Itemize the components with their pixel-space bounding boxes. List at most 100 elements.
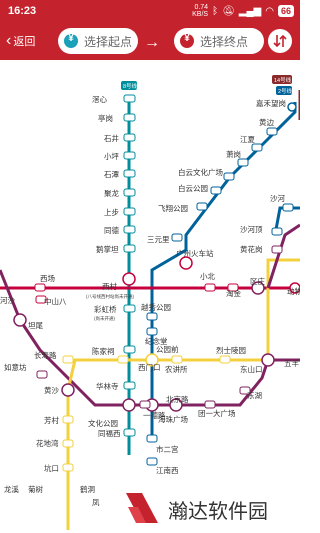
line14-badge-label: 14号线 <box>274 76 292 84</box>
metro-map[interactable]: 8号线 14号线 2号线 滘心 亭岗 石井 小坪 石潭 聚龙 上步 同德 鹅掌坦… <box>0 60 300 533</box>
station-黄花岗[interactable]: 黄花岗 <box>240 244 283 254</box>
svg-text:亭岗: 亭岗 <box>98 113 113 123</box>
back-button[interactable]: ‹ 返回 <box>6 33 35 49</box>
station-五羊: 五羊 <box>284 358 299 368</box>
svg-text:花地湾: 花地湾 <box>36 438 59 448</box>
station-长寿路[interactable]: 长寿路 <box>34 350 74 364</box>
destination-pin-icon <box>180 33 194 48</box>
svg-text:如意坊: 如意坊 <box>4 362 27 372</box>
wifi-icon: ◠ <box>265 5 274 17</box>
station-北京路[interactable]: 北京路 <box>166 394 189 412</box>
origin-placeholder: 选择起点 <box>84 34 133 49</box>
svg-text:白云公园: 白云公园 <box>178 183 208 193</box>
station-凤: 凤 <box>92 498 100 507</box>
station-石井[interactable]: 石井 <box>104 133 136 143</box>
line2-badge-label: 2号线 <box>278 87 293 95</box>
station-花地湾[interactable]: 花地湾 <box>36 438 74 448</box>
svg-text:同福西: 同福西 <box>98 429 121 438</box>
station-三元里[interactable]: 三元里 <box>147 233 183 244</box>
svg-text:淘金: 淘金 <box>226 288 241 298</box>
svg-text:小北: 小北 <box>200 272 215 281</box>
watermark: 瀚达软件园 <box>116 483 300 533</box>
svg-text:东山口: 东山口 <box>240 364 263 374</box>
network-speed: 0.74 KB/S <box>192 4 209 18</box>
origin-pin-icon <box>64 33 78 48</box>
svg-text:三元里: 三元里 <box>147 235 170 244</box>
svg-text:同德: 同德 <box>104 225 119 235</box>
station-中山八[interactable]: 中山八 <box>35 295 67 306</box>
station-嘉禾望岗[interactable]: 嘉禾望岗 <box>256 98 297 112</box>
svg-text:坑口: 坑口 <box>44 463 59 473</box>
mute-icon: 🔕︎ <box>222 5 235 17</box>
station-越秀公园[interactable]: 越秀公园 <box>141 302 171 321</box>
arrow-right-icon: → <box>144 34 160 51</box>
status-icons: 0.74 KB/S ᛒ 🔕︎ ▂▄▆ ◠ 66 <box>192 4 294 18</box>
svg-text:滘心: 滘心 <box>92 95 107 104</box>
station-东湖[interactable]: 东湖 <box>239 386 262 400</box>
station-广州火车站[interactable]: 广州火车站 <box>176 248 214 270</box>
svg-text:(八号线西村站尚未开通): (八号线西村站尚未开通) <box>86 293 134 300</box>
station-同德[interactable]: 同德 <box>104 225 136 235</box>
top-nav-bar: ‹ 返回 选择起点 → 选择终点 <box>0 22 300 60</box>
svg-text:越秀公园: 越秀公园 <box>141 302 171 312</box>
svg-text:东湖: 东湖 <box>247 390 262 400</box>
signal-icon: ▂▄▆ <box>238 5 262 17</box>
station-鹤洞: 鹤洞 <box>80 484 95 494</box>
station-白云文化广场[interactable]: 白云文化广场 <box>178 167 235 181</box>
station-黄边[interactable]: 黄边 <box>259 117 278 136</box>
station-聚龙[interactable]: 聚龙 <box>104 188 136 198</box>
svg-text:市二宫: 市二宫 <box>156 444 179 454</box>
station-亭岗[interactable]: 亭岗 <box>98 113 136 123</box>
svg-text:沙河: 沙河 <box>270 194 285 203</box>
svg-text:西村: 西村 <box>102 281 117 291</box>
chevron-left-icon: ‹ <box>6 32 12 49</box>
status-time: 16:23 <box>8 5 37 17</box>
station-市二宫[interactable]: 市二宫 <box>146 434 179 454</box>
watermark-text: 瀚达软件园 <box>168 499 268 523</box>
svg-text:北京路: 北京路 <box>166 394 189 404</box>
station-白云公园[interactable]: 白云公园 <box>178 183 222 195</box>
station-黄沙[interactable]: 黄沙 <box>44 383 75 397</box>
station-区庄[interactable]: 区庄 <box>250 276 265 295</box>
station-淘金[interactable]: 淘金 <box>226 283 241 298</box>
svg-text:鹅掌坦: 鹅掌坦 <box>96 244 119 254</box>
station-鹅掌坦[interactable]: 鹅掌坦 <box>96 244 136 254</box>
station-华林寺[interactable]: 华林寺 <box>96 381 136 391</box>
station-东山口[interactable]: 东山口 <box>240 353 275 374</box>
svg-text:嘉禾望岗: 嘉禾望岗 <box>256 98 286 108</box>
station-江南西[interactable]: 江南西 <box>146 457 179 475</box>
svg-text:黄沙: 黄沙 <box>44 385 59 395</box>
station-坦尾[interactable]: 坦尾 <box>13 313 43 330</box>
origin-input[interactable]: 选择起点 <box>58 28 138 54</box>
svg-text:芳村: 芳村 <box>44 415 59 425</box>
station-坑口[interactable]: 坑口 <box>44 463 74 473</box>
station-龙溪: 龙溪 <box>4 484 19 494</box>
svg-text:石井: 石井 <box>104 133 119 143</box>
watermark-logo <box>126 493 158 523</box>
svg-text:长寿路: 长寿路 <box>34 350 57 360</box>
swap-icon <box>273 34 287 48</box>
station-飞翔公园[interactable]: 飞翔公园 <box>158 202 208 213</box>
station-芳村[interactable]: 芳村 <box>44 415 74 425</box>
destination-input[interactable]: 选择终点 <box>174 28 264 54</box>
svg-text:彩虹桥: 彩虹桥 <box>94 304 117 314</box>
svg-text:黄边: 黄边 <box>259 117 274 127</box>
svg-text:上步: 上步 <box>104 208 119 217</box>
station-如意坊[interactable]: 如意坊 <box>4 362 48 379</box>
svg-text:烈士陵园: 烈士陵园 <box>216 345 246 355</box>
station-纪念堂[interactable]: 纪念堂 <box>145 327 168 346</box>
battery-badge: 66 <box>277 5 294 17</box>
swap-route-button[interactable] <box>268 29 292 53</box>
station-动物[interactable]: 动物 <box>287 282 300 296</box>
svg-text:江南西: 江南西 <box>156 465 179 475</box>
station-江夏[interactable]: 江夏 <box>240 135 263 152</box>
svg-text:一德路: 一德路 <box>143 410 166 420</box>
svg-text:飞翔公园: 飞翔公园 <box>158 203 188 213</box>
station-萧岗[interactable]: 萧岗 <box>226 149 249 167</box>
svg-text:团一大广场: 团一大广场 <box>198 408 236 418</box>
svg-text:公园前: 公园前 <box>156 344 179 354</box>
metro-map-canvas[interactable]: 8号线 14号线 2号线 滘心 亭岗 石井 小坪 石潭 聚龙 上步 同德 鹅掌坦… <box>0 60 300 533</box>
status-bar: 16:23 0.74 KB/S ᛒ 🔕︎ ▂▄▆ ◠ 66 <box>0 0 300 22</box>
station-河沙: 河沙 <box>0 296 15 305</box>
svg-text:农讲所: 农讲所 <box>165 364 188 374</box>
